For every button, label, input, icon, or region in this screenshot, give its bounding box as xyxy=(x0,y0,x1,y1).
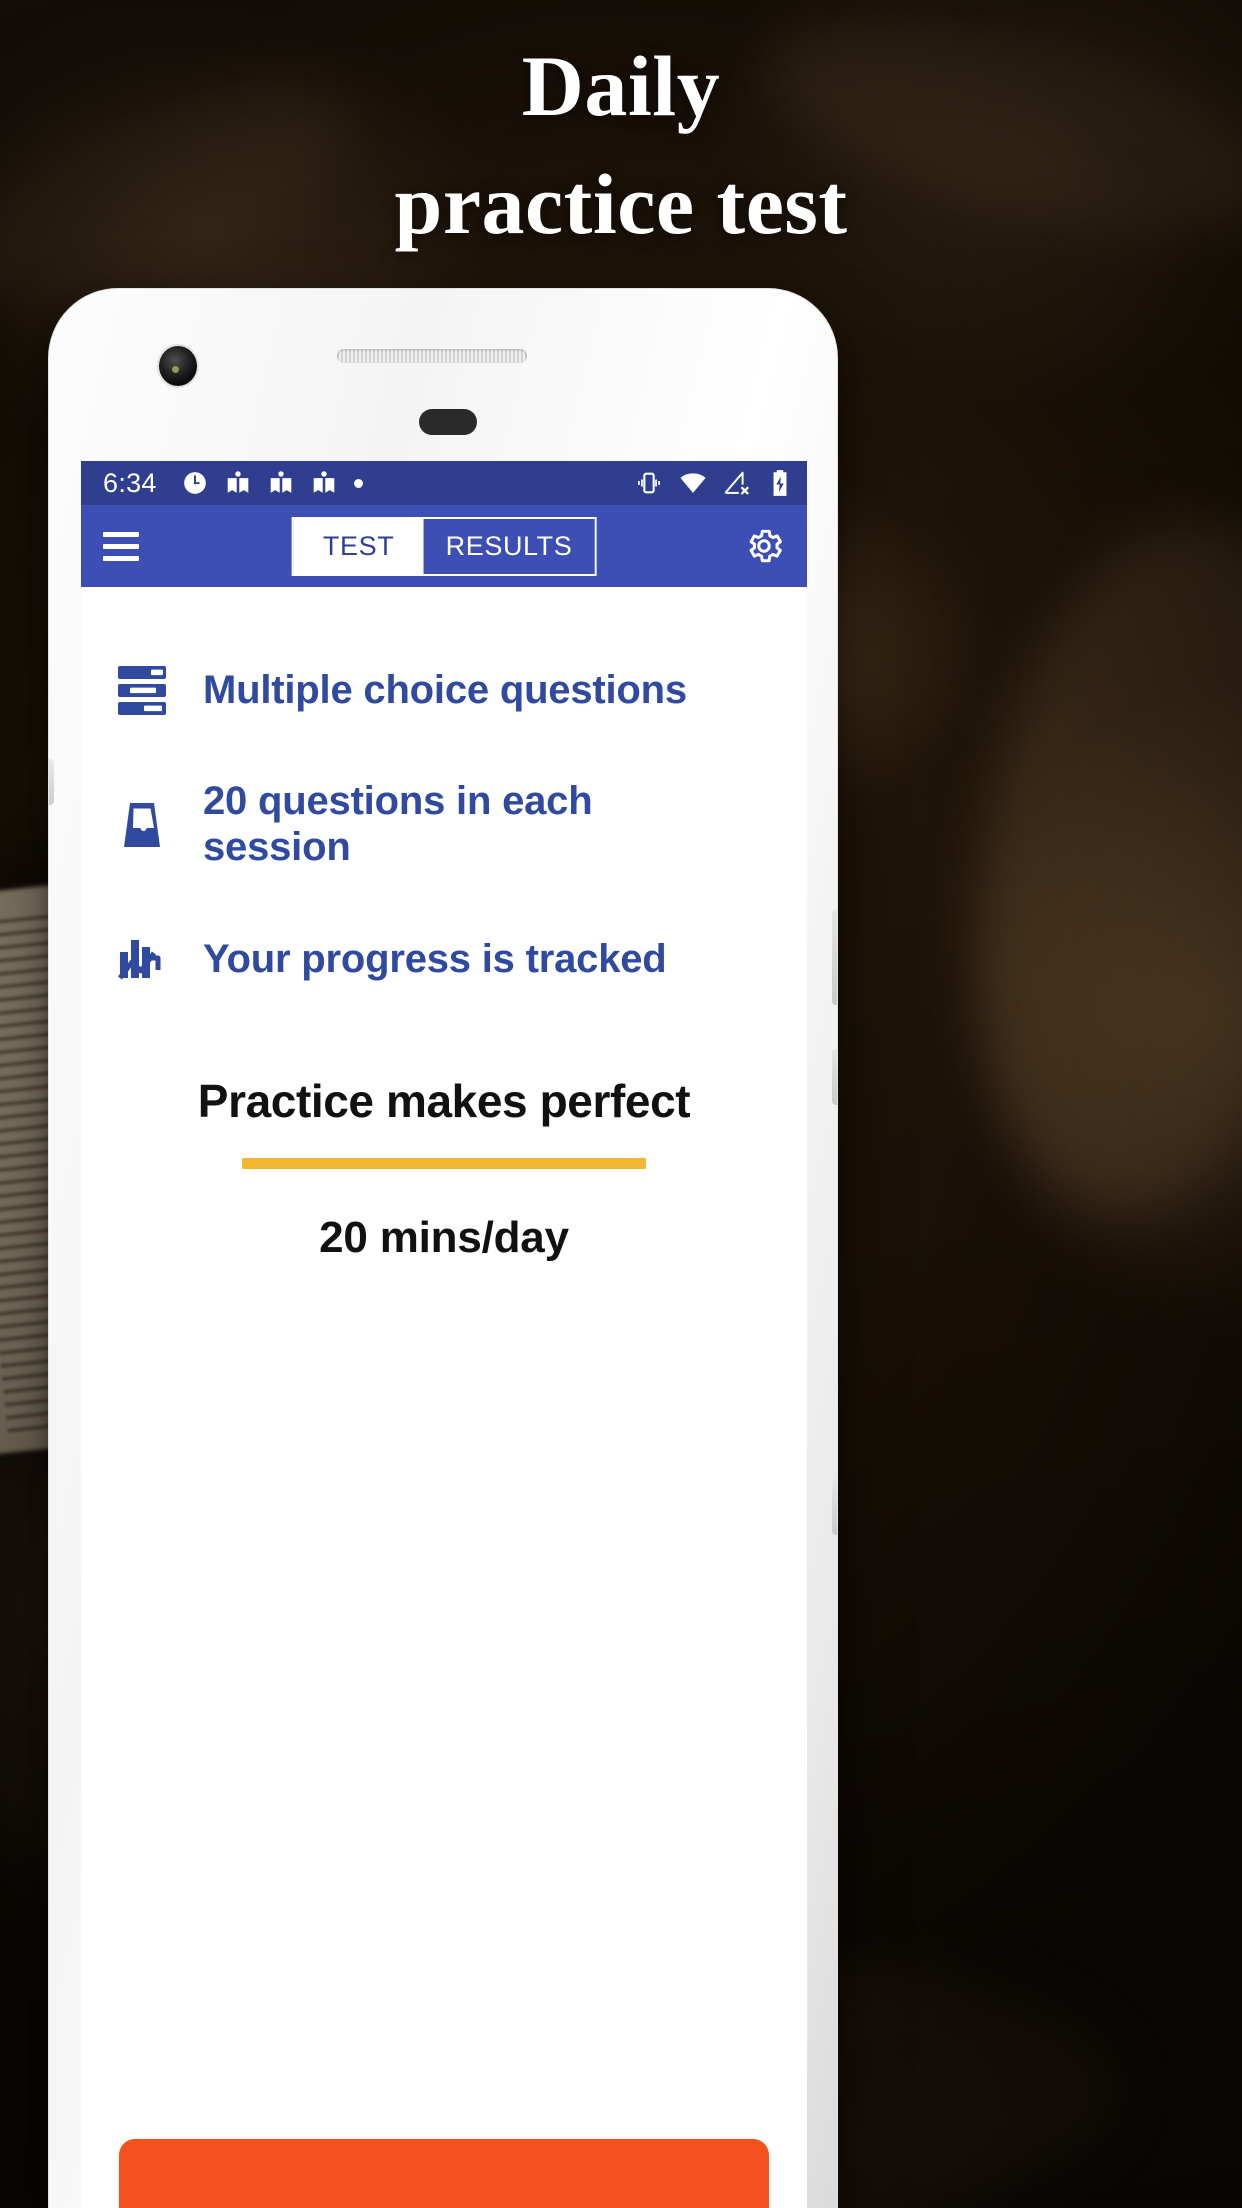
power-button[interactable] xyxy=(832,909,837,1005)
sim-tray xyxy=(49,759,54,805)
promo-divider xyxy=(242,1158,646,1170)
gear-icon[interactable] xyxy=(743,525,785,567)
wifi-icon xyxy=(680,473,706,493)
screen-content: Multiple choice questions 20 questions i… xyxy=(81,665,807,2208)
device-body: 6:34 TEST RESULTS Multiple choice questi… xyxy=(48,288,838,2208)
feature-label: Your progress is tracked xyxy=(203,937,667,982)
menu-icon-bar xyxy=(103,543,139,549)
volume-down-button[interactable] xyxy=(832,1479,837,1535)
status-bar: 6:34 xyxy=(81,461,807,505)
menu-icon[interactable] xyxy=(103,531,139,561)
hero-title-line-2: practice test xyxy=(394,156,848,253)
menu-icon-bar xyxy=(103,531,139,537)
promo-duration: 20 mins/day xyxy=(319,1213,569,1263)
phone-screen: 6:34 TEST RESULTS Multiple choice questi… xyxy=(81,461,807,2208)
hero-title-line-1: Daily xyxy=(521,38,721,134)
promo-headline: Practice makes perfect xyxy=(197,1075,691,1128)
feature-label: 20 questions in each session xyxy=(203,779,593,869)
clock-icon xyxy=(183,472,206,494)
no-signal-icon xyxy=(724,471,749,495)
feature-icon-wrap xyxy=(115,801,177,851)
proximity-sensor-icon xyxy=(419,409,477,435)
front-camera-icon xyxy=(159,346,197,386)
progress-chart-icon xyxy=(118,940,161,980)
feature-icon-wrap xyxy=(115,665,177,717)
battery-charging-icon xyxy=(773,470,787,496)
book-icon xyxy=(227,471,249,493)
list-storage-icon xyxy=(118,666,166,715)
status-bar-notifications xyxy=(182,470,363,496)
volume-up-button[interactable] xyxy=(832,1049,837,1105)
tab-results[interactable]: RESULTS xyxy=(423,518,595,574)
feature-row: 20 questions in each session xyxy=(81,779,807,870)
feature-label: Multiple choice questions xyxy=(203,668,687,713)
earpiece-speaker-icon xyxy=(337,349,527,363)
feature-row: Your progress is tracked xyxy=(81,934,807,986)
book-icon xyxy=(270,471,292,493)
phone-mockup: 6:34 TEST RESULTS Multiple choice questi… xyxy=(48,288,838,2208)
app-bar: TEST RESULTS xyxy=(81,505,807,587)
promo-block: Practice makes perfect xyxy=(81,1074,807,1170)
tab-test[interactable]: TEST xyxy=(293,518,424,574)
primary-cta-button[interactable] xyxy=(119,2139,769,2208)
vibrate-icon xyxy=(638,472,660,494)
status-bar-clock: 6:34 xyxy=(103,467,157,498)
dot-icon xyxy=(353,478,363,488)
inbox-tray-icon xyxy=(124,803,160,847)
hero-title: Daily practice test xyxy=(0,38,1242,253)
tab-switcher: TEST RESULTS xyxy=(291,516,597,576)
book-icon xyxy=(313,471,335,493)
feature-row: Multiple choice questions xyxy=(81,665,807,717)
status-bar-system-icons xyxy=(635,469,793,497)
feature-icon-wrap xyxy=(115,934,177,986)
menu-icon-bar xyxy=(103,555,139,561)
